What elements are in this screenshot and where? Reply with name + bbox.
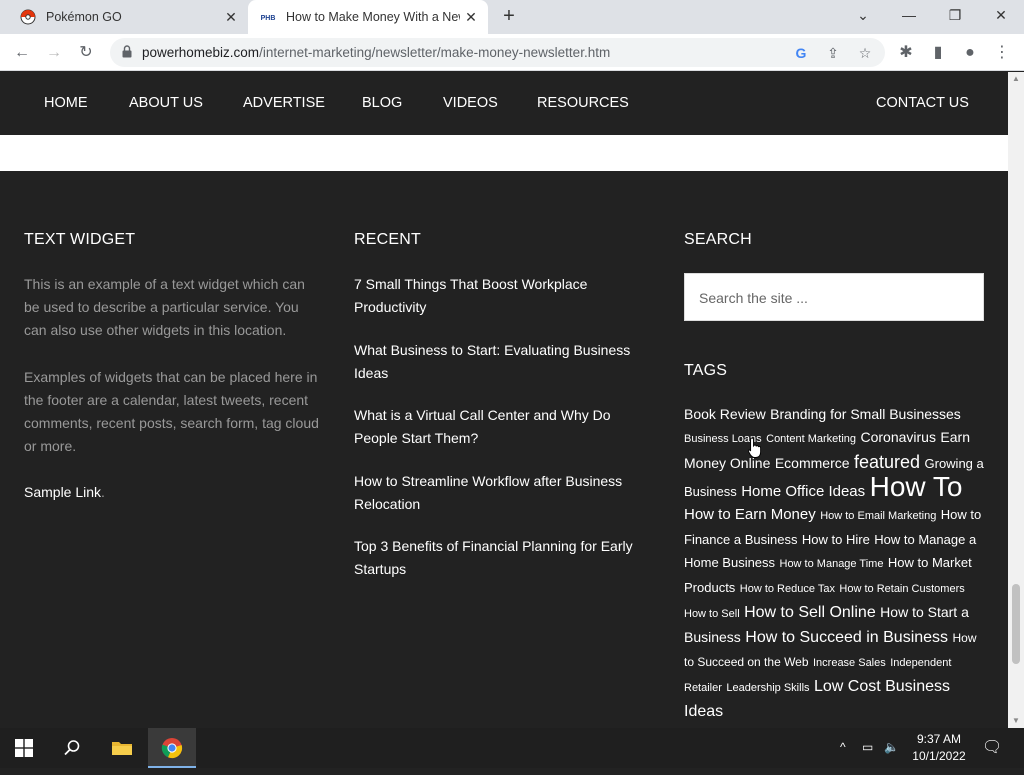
share-icon[interactable]: ⇪ xyxy=(824,44,842,62)
tags-heading: TAGS xyxy=(684,362,728,379)
tag-link[interactable]: Coronavirus xyxy=(860,429,935,445)
nav-about-us[interactable]: ABOUT US xyxy=(129,95,203,111)
browser-tab-strip: Pokémon GO ✕ PHB How to Make Money With … xyxy=(0,0,1024,34)
sample-link-line: Sample Link. xyxy=(24,481,324,504)
scroll-down-arrow-icon[interactable]: ▼ xyxy=(1008,714,1024,728)
pokeball-icon xyxy=(20,9,36,25)
clock-date: 10/1/2022 xyxy=(912,749,966,763)
page-scrollbar[interactable]: ▲ ▼ xyxy=(1008,72,1024,728)
nav-home[interactable]: HOME xyxy=(44,95,88,111)
side-panel-icon[interactable]: ▮ xyxy=(925,40,951,66)
windows-taskbar: ^ ▭ 🔈 9:37 AM 10/1/2022 🗨 xyxy=(0,728,1024,768)
tag-link[interactable]: How to Sell Online xyxy=(744,604,876,621)
tab-title: Pokémon GO xyxy=(46,10,122,24)
menu-kebab-icon[interactable]: ⋮ xyxy=(989,40,1015,66)
nav-advertise[interactable]: ADVERTISE xyxy=(243,95,325,111)
recent-post-link[interactable]: What is a Virtual Call Center and Why Do… xyxy=(354,404,654,450)
recent-post-link[interactable]: Top 3 Benefits of Financial Planning for… xyxy=(354,535,654,581)
nav-contact-us[interactable]: CONTACT US xyxy=(876,95,969,111)
chrome-taskbar-icon[interactable] xyxy=(148,728,196,768)
tag-link[interactable]: How to Sell xyxy=(684,608,740,620)
tag-link[interactable]: How to Succeed in Business xyxy=(745,629,948,646)
new-tab-button[interactable]: + xyxy=(498,6,520,28)
tag-link[interactable]: How to Hire xyxy=(802,532,870,547)
tab-make-money-newsletter[interactable]: PHB How to Make Money With a Newsl ✕ xyxy=(248,0,488,34)
scroll-up-arrow-icon[interactable]: ▲ xyxy=(1008,72,1024,86)
close-tab-icon[interactable]: ✕ xyxy=(220,9,242,26)
show-hidden-icons-chevron-icon[interactable]: ^ xyxy=(840,740,846,754)
tag-link[interactable]: Home Office Ideas xyxy=(741,483,865,500)
tag-link[interactable]: How To xyxy=(870,471,963,502)
recent-post-link[interactable]: How to Streamline Workflow after Busines… xyxy=(354,470,654,516)
browser-toolbar: ← → ↻ powerhomebiz.com/internet-marketin… xyxy=(0,34,1024,71)
tab-search-icon[interactable]: ⌄ xyxy=(840,0,886,30)
svg-text:PHB: PHB xyxy=(261,15,276,22)
reload-icon[interactable]: ↻ xyxy=(73,40,99,66)
restore-button[interactable]: ❐ xyxy=(932,0,978,30)
system-clock[interactable]: 9:37 AM 10/1/2022 xyxy=(904,731,974,765)
extensions-puzzle-icon[interactable]: ✱ xyxy=(893,40,919,66)
tag-link[interactable]: Content Marketing xyxy=(766,433,856,445)
url-host: powerhomebiz.com xyxy=(142,45,260,60)
recent-post-link[interactable]: What Business to Start: Evaluating Busin… xyxy=(354,339,654,385)
network-icon[interactable]: ▭ xyxy=(862,740,873,754)
search-icon[interactable] xyxy=(48,728,96,768)
close-tab-icon[interactable]: ✕ xyxy=(460,9,482,26)
clock-time: 9:37 AM xyxy=(916,732,962,746)
tag-link[interactable]: Ecommerce xyxy=(775,455,850,471)
nav-videos[interactable]: VIDEOS xyxy=(443,95,498,111)
volume-icon[interactable]: 🔈 xyxy=(884,740,899,754)
file-explorer-icon[interactable] xyxy=(98,728,146,768)
recent-post-link[interactable]: 7 Small Things That Boost Workplace Prod… xyxy=(354,273,654,319)
tag-link[interactable]: How to Email Marketing xyxy=(820,510,936,522)
tag-link[interactable]: Book Review xyxy=(684,406,766,422)
search-heading: SEARCH xyxy=(684,231,752,248)
tag-cloud: Book Review Branding for Small Businesse… xyxy=(684,403,984,723)
lock-icon xyxy=(122,45,132,58)
text-widget-para-1: This is an example of a text widget whic… xyxy=(24,276,305,338)
text-widget-heading: TEXT WIDGET xyxy=(24,231,136,248)
content-bottom-strip xyxy=(0,135,1008,171)
nav-resources[interactable]: RESOURCES xyxy=(537,95,629,111)
search-input[interactable] xyxy=(699,287,969,309)
page-viewport: HOME ABOUT US ADVERTISE BLOG VIDEOS RESO… xyxy=(0,72,1008,728)
tag-link[interactable]: featured xyxy=(854,452,920,472)
tab-title: How to Make Money With a Newsl xyxy=(286,10,460,24)
search-box xyxy=(684,273,984,321)
recent-heading: RECENT xyxy=(354,231,421,248)
tag-link[interactable]: Low Cost Business Ideas xyxy=(684,678,950,720)
back-arrow-icon[interactable]: ← xyxy=(9,40,35,66)
scrollbar-thumb[interactable] xyxy=(1012,584,1020,664)
bookmark-star-icon[interactable]: ☆ xyxy=(856,44,874,62)
sample-link-suffix: . xyxy=(101,484,105,500)
tag-link[interactable]: Leadership Skills xyxy=(726,682,809,694)
close-window-button[interactable]: ✕ xyxy=(978,0,1024,30)
windows-start-icon[interactable] xyxy=(0,728,48,768)
tag-link[interactable]: Increase Sales xyxy=(813,657,886,669)
tag-link[interactable]: How to Earn Money xyxy=(684,506,816,523)
profile-avatar-icon[interactable]: ● xyxy=(957,40,983,66)
site-navbar: HOME ABOUT US ADVERTISE BLOG VIDEOS RESO… xyxy=(0,72,1008,135)
address-bar[interactable]: powerhomebiz.com/internet-marketing/news… xyxy=(110,38,885,67)
tag-link[interactable]: How to Retain Customers xyxy=(839,583,964,595)
phb-favicon-icon: PHB xyxy=(260,12,276,22)
url-path: /internet-marketing/newsletter/make-mone… xyxy=(259,45,611,60)
nav-blog[interactable]: BLOG xyxy=(362,95,402,111)
hand-pointer-cursor-icon xyxy=(748,437,762,458)
tag-link[interactable]: Branding for Small Businesses xyxy=(770,406,961,422)
minimize-button[interactable]: — xyxy=(886,0,932,30)
tag-link[interactable]: How to Manage Time xyxy=(780,558,884,570)
sample-link[interactable]: Sample Link xyxy=(24,484,101,500)
tag-link[interactable]: How to Reduce Tax xyxy=(740,583,835,595)
google-translate-icon[interactable]: G xyxy=(792,44,810,62)
url-text: powerhomebiz.com/internet-marketing/news… xyxy=(142,45,610,60)
tab-pokemon-go[interactable]: Pokémon GO ✕ xyxy=(8,0,248,34)
text-widget-para-2: Examples of widgets that can be placed h… xyxy=(24,369,319,454)
notifications-icon[interactable]: 🗨 xyxy=(982,737,1002,757)
forward-arrow-icon[interactable]: → xyxy=(41,40,67,66)
site-footer: TEXT WIDGET This is an example of a text… xyxy=(0,171,1008,728)
